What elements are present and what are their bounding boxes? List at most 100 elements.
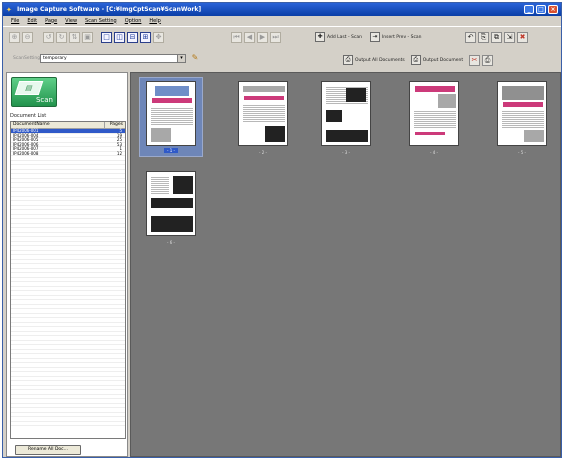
empty-rows	[11, 156, 125, 426]
menu-file[interactable]: File	[11, 18, 19, 24]
grid-icon[interactable]: ⊞	[140, 31, 151, 43]
title-banner	[415, 86, 455, 92]
add-last-scan-label: Add Last - Scan	[327, 34, 362, 40]
single-page-icon[interactable]: □	[101, 31, 112, 43]
page-thumbnail[interactable]	[146, 81, 196, 146]
scan-button[interactable]: ▤ Scan	[11, 77, 57, 107]
insert-prev-scan-button[interactable]: ⇥ Insert Prev - Scan	[369, 32, 422, 42]
output-actions: ⎙ Output All Documents ⎙ Output Document…	[343, 53, 494, 67]
move-icon[interactable]: ✥	[153, 31, 164, 43]
document-name: IP42006-001	[13, 128, 39, 133]
image-block	[326, 130, 368, 142]
page-number-label: - 6 -	[167, 240, 175, 245]
image-block	[524, 130, 544, 142]
scan-button-label: Scan	[35, 96, 53, 104]
scan-actions: ✚ Add Last - Scan ⇥ Insert Prev - Scan	[315, 30, 422, 44]
maximize-button[interactable]: □	[536, 5, 546, 14]
text-block	[414, 110, 456, 128]
page-number-label: - 4 -	[430, 150, 438, 155]
zoom-in-icon[interactable]: ⊕	[9, 31, 20, 43]
image-block	[151, 198, 193, 208]
menu-edit[interactable]: Edit	[27, 18, 37, 24]
page-number-label: - 3 -	[342, 150, 350, 155]
crop-icon[interactable]: ▣	[82, 31, 93, 43]
scanner-icon: ▤	[14, 81, 44, 95]
flip-icon[interactable]: ⇅	[69, 31, 80, 43]
last-page-icon[interactable]: ⏭	[270, 31, 281, 43]
merge-icon[interactable]: ⧉	[491, 31, 502, 43]
first-page-icon[interactable]: ⏮	[231, 31, 242, 43]
close-button[interactable]: ×	[548, 5, 558, 14]
document-name: IP42006-005	[13, 137, 39, 142]
text-block	[151, 176, 169, 194]
page-thumbnail[interactable]	[409, 81, 459, 146]
rotate-group: ↺ ↻ ⇅ ▣	[43, 30, 93, 44]
document-pages: 5	[119, 128, 122, 133]
minimize-button[interactable]: _	[524, 5, 534, 14]
doc-actions: ↶ ⎘ ⧉ ⇲ ✖	[465, 30, 528, 44]
undo-icon[interactable]: ↶	[465, 31, 476, 43]
zoom-out-icon[interactable]: ⊖	[22, 31, 33, 43]
title-banner	[152, 98, 192, 103]
column-pages[interactable]: Pages	[105, 122, 125, 128]
output-all-documents-label: Output All Documents	[355, 57, 405, 63]
rename-all-documents-button[interactable]: Rename All Doc...	[15, 445, 81, 455]
output-document-label: Output Document	[422, 57, 464, 63]
export-icon[interactable]: ⇲	[504, 31, 515, 43]
edit-setting-icon[interactable]: ✎	[190, 53, 200, 63]
page-thumbnail[interactable]	[497, 81, 547, 146]
document-list: DocumentName Pages IP42006-001 5 IP42006…	[10, 121, 126, 439]
page-thumbnail[interactable]	[146, 171, 196, 236]
menu-view[interactable]: View	[65, 18, 77, 24]
print-icon[interactable]: ⎙	[482, 54, 494, 66]
menu-option[interactable]: Option	[125, 18, 142, 24]
scan-setting-value: temporary	[43, 56, 67, 61]
page-nav-group: ⏮ ◀ ▶ ⏭	[231, 30, 281, 44]
rotate-right-icon[interactable]: ↻	[56, 31, 67, 43]
output-document-button[interactable]: ⎙ Output Document	[410, 55, 464, 65]
main-toolbar: ⊕ ⊖ ↺ ↻ ⇅ ▣ □ ◫ ⊟ ⊞ ✥ ⏮ ◀ ▶ ⏭ ✚ Add Last…	[3, 26, 561, 48]
app-logo-icon: ✦	[6, 5, 12, 14]
copy-page-icon[interactable]: ⎘	[478, 31, 489, 43]
page-thumbnail[interactable]	[238, 81, 288, 146]
document-pane: ▤ Scan Document List DocumentName Pages …	[6, 72, 128, 457]
menu-help[interactable]: Help	[149, 18, 160, 24]
image-block	[438, 94, 456, 108]
scan-setting-select[interactable]: temporary ▾	[40, 54, 186, 63]
next-page-icon[interactable]: ▶	[257, 31, 268, 43]
delete-icon[interactable]: ✖	[517, 31, 528, 43]
menu-page[interactable]: Page	[45, 18, 57, 24]
chevron-down-icon[interactable]: ▾	[177, 55, 185, 62]
image-block	[265, 126, 285, 142]
text-block	[243, 104, 285, 122]
add-last-scan-button[interactable]: ✚ Add Last - Scan	[315, 32, 362, 42]
rotate-left-icon[interactable]: ↺	[43, 31, 54, 43]
output-doc-icon: ⎙	[410, 55, 421, 65]
page-number-label: - 5 -	[518, 150, 526, 155]
menu-scan-setting[interactable]: Scan Setting	[85, 18, 117, 24]
output-all-documents-button[interactable]: ⎙ Output All Documents	[343, 55, 405, 65]
accent-bar	[415, 132, 445, 135]
window-title: Image Capture Software - [C:¥ImgCptScan¥…	[17, 6, 202, 13]
empty-list-row	[11, 422, 125, 426]
document-pages: 12	[116, 150, 122, 156]
image-block	[326, 110, 342, 122]
header-block	[243, 86, 285, 92]
prev-page-icon[interactable]: ◀	[244, 31, 255, 43]
document-list-label: Document List	[10, 113, 47, 119]
two-page-icon[interactable]: ◫	[114, 31, 125, 43]
page-number-label: - 2 -	[259, 150, 267, 155]
settings-toolbar: ScanSetting temporary ▾ ✎ ⎙ Output All D…	[3, 53, 561, 67]
settings-tool-icon[interactable]: ✂	[469, 54, 481, 66]
image-block	[151, 216, 193, 232]
layout-group: □ ◫ ⊟ ⊞ ✥	[101, 30, 164, 44]
title-bar: ✦ Image Capture Software - [C:¥ImgCptSca…	[3, 3, 561, 16]
scan-setting-label: ScanSetting	[13, 56, 41, 61]
document-pages: 19	[116, 132, 122, 138]
page-thumbnail[interactable]	[321, 81, 371, 146]
image-block	[151, 128, 171, 142]
split-icon[interactable]: ⊟	[127, 31, 138, 43]
insert-prev-scan-label: Insert Prev - Scan	[381, 34, 422, 40]
text-block	[151, 107, 193, 125]
photo-block	[155, 86, 189, 96]
